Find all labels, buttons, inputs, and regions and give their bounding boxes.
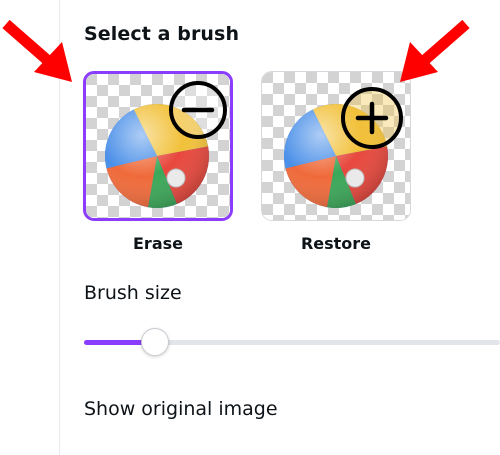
red-arrow-annotation-right [400, 19, 470, 82]
panel-title: Select a brush [84, 23, 240, 45]
show-original-image-toggle[interactable]: Show original image [84, 398, 278, 420]
red-arrow-annotation-left [2, 19, 72, 82]
restore-brush-option[interactable] [261, 71, 411, 221]
plus-circle-icon [341, 87, 403, 149]
minus-circle-icon [169, 81, 227, 139]
slider-thumb[interactable] [141, 328, 169, 356]
beach-ball-image [262, 72, 410, 220]
erase-label: Erase [133, 234, 183, 253]
restore-label: Restore [300, 234, 372, 253]
brush-size-label: Brush size [84, 282, 182, 304]
beach-ball-image [86, 74, 230, 218]
brush-size-slider[interactable] [84, 326, 500, 358]
erase-brush-option[interactable] [83, 71, 233, 221]
